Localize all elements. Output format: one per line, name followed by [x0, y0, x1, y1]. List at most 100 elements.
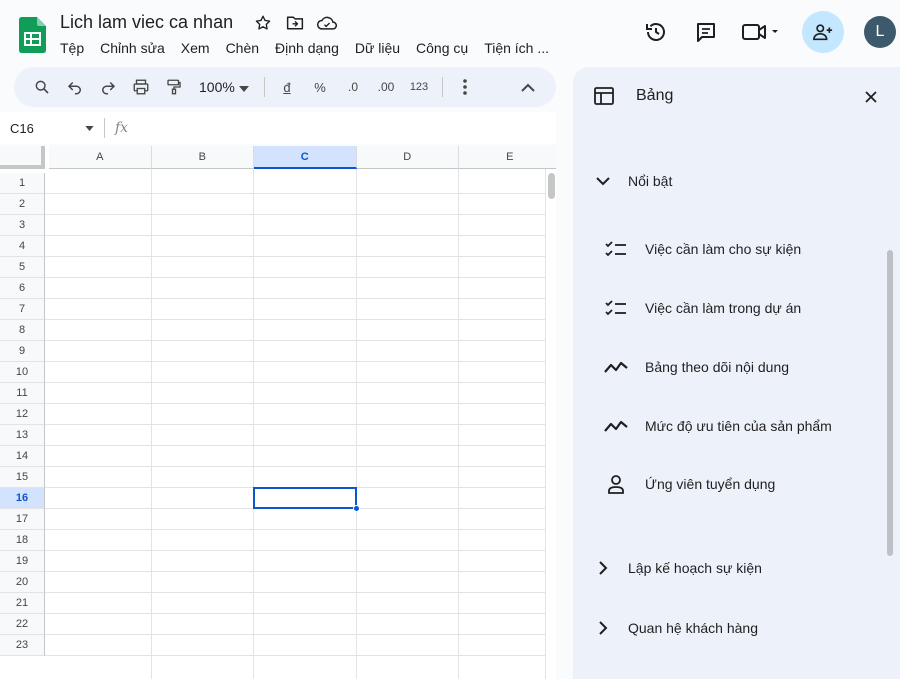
- row-header[interactable]: 21: [0, 593, 45, 614]
- spreadsheet-grid[interactable]: A B C D E 1 2 3 4 5 6 7 8 9 10 11 12 13 14 15 16 17 18 19 20 21 22…: [0, 146, 556, 679]
- trend-icon: [603, 357, 629, 377]
- column-header[interactable]: E: [459, 146, 556, 169]
- scrollbar-thumb[interactable]: [548, 173, 555, 199]
- zoom-value: 100%: [199, 79, 235, 95]
- row-header[interactable]: 9: [0, 341, 45, 362]
- row-gridline: [45, 529, 545, 530]
- checklist-icon: [603, 298, 629, 318]
- meet-button[interactable]: [736, 12, 786, 52]
- redo-icon[interactable]: [94, 73, 122, 101]
- increase-decimal-label: .00: [377, 80, 395, 94]
- panel-scrollbar[interactable]: [887, 250, 893, 556]
- table-icon: [593, 85, 615, 107]
- decrease-decimal-label: .0: [347, 80, 358, 94]
- panel-title: Bảng: [636, 87, 674, 104]
- menu-file[interactable]: Tệp: [60, 38, 92, 58]
- row-header[interactable]: 12: [0, 404, 45, 425]
- column-header[interactable]: B: [151, 146, 254, 169]
- column-header[interactable]: A: [49, 146, 152, 169]
- close-icon[interactable]: [857, 83, 885, 111]
- avatar[interactable]: L: [864, 16, 896, 48]
- row-header[interactable]: 8: [0, 320, 45, 341]
- name-box[interactable]: C16: [0, 112, 104, 144]
- row-header[interactable]: 16: [0, 488, 45, 509]
- row-header[interactable]: 7: [0, 299, 45, 320]
- row-gridline: [45, 634, 545, 635]
- row-header[interactable]: 15: [0, 467, 45, 488]
- row-header[interactable]: 13: [0, 425, 45, 446]
- currency-format-button[interactable]: đ: [273, 73, 301, 101]
- menu-view[interactable]: Xem: [181, 38, 218, 58]
- row-gridline: [45, 256, 545, 257]
- fill-handle[interactable]: [352, 505, 360, 512]
- row-header[interactable]: 1: [0, 173, 45, 194]
- star-icon[interactable]: [250, 12, 276, 34]
- menu-format[interactable]: Định dạng: [275, 38, 347, 58]
- share-button[interactable]: [802, 11, 844, 53]
- menu-insert[interactable]: Chèn: [226, 38, 267, 58]
- more-formats-button[interactable]: 123: [405, 73, 433, 101]
- template-item-recruiting[interactable]: Ứng viên tuyển dụng: [603, 474, 775, 494]
- template-item-project-todo[interactable]: Việc cần làm trong dự án: [603, 298, 801, 318]
- section-label: Lập kế hoạch sự kiện: [628, 560, 762, 576]
- paint-format-icon[interactable]: [160, 73, 188, 101]
- row-header[interactable]: 2: [0, 194, 45, 215]
- section-label: Quan hệ khách hàng: [628, 620, 758, 636]
- item-label: Việc cần làm cho sự kiện: [645, 241, 802, 257]
- search-icon[interactable]: [28, 73, 56, 101]
- menu-extensions[interactable]: Tiện ích ...: [484, 38, 557, 58]
- menu-tools[interactable]: Công cụ: [416, 38, 476, 58]
- row-gridline: [45, 424, 545, 425]
- menu-edit[interactable]: Chỉnh sửa: [100, 38, 173, 58]
- template-item-content-tracker[interactable]: Bảng theo dõi nội dung: [603, 357, 789, 377]
- row-header[interactable]: 5: [0, 257, 45, 278]
- formula-bar: C16 fx: [0, 112, 556, 144]
- template-item-product-priority[interactable]: Mức độ ưu tiên của sản phẩm: [603, 416, 832, 436]
- print-icon[interactable]: [127, 73, 155, 101]
- sheets-logo-icon[interactable]: [19, 17, 46, 53]
- selected-cell[interactable]: [253, 487, 357, 509]
- row-header[interactable]: 17: [0, 509, 45, 530]
- zoom-select[interactable]: 100%: [193, 73, 255, 101]
- row-gridline: [45, 571, 545, 572]
- row-gridline: [45, 613, 545, 614]
- fx-icon: fx: [115, 120, 129, 136]
- row-header[interactable]: 23: [0, 635, 45, 656]
- document-title[interactable]: Lich lam viec ca nhan: [60, 12, 233, 33]
- version-history-icon[interactable]: [636, 12, 676, 52]
- name-box-value: C16: [10, 120, 34, 136]
- menu-data[interactable]: Dữ liệu: [355, 38, 408, 58]
- column-header[interactable]: C: [254, 146, 357, 169]
- row-header[interactable]: 3: [0, 215, 45, 236]
- cloud-saved-icon[interactable]: [314, 12, 340, 34]
- row-header[interactable]: 20: [0, 572, 45, 593]
- row-gridline: [45, 214, 545, 215]
- grid-scrollbar[interactable]: [545, 169, 556, 679]
- row-gridline: [45, 550, 545, 551]
- comments-icon[interactable]: [686, 12, 726, 52]
- row-header[interactable]: 6: [0, 278, 45, 299]
- more-vert-icon[interactable]: [451, 73, 479, 101]
- row-header[interactable]: 10: [0, 362, 45, 383]
- percent-format-button[interactable]: %: [306, 73, 334, 101]
- row-header[interactable]: 14: [0, 446, 45, 467]
- toolbar-divider: [264, 77, 265, 97]
- percent-label: %: [314, 79, 326, 95]
- row-header[interactable]: 18: [0, 530, 45, 551]
- decrease-decimal-button[interactable]: .0: [339, 73, 367, 101]
- template-item-event-todo[interactable]: Việc cần làm cho sự kiện: [603, 239, 801, 259]
- row-header[interactable]: 22: [0, 614, 45, 635]
- row-header[interactable]: 11: [0, 383, 45, 404]
- collapse-menus-icon[interactable]: [514, 73, 542, 101]
- row-header[interactable]: 4: [0, 236, 45, 257]
- section-customer-relations[interactable]: Quan hệ khách hàng: [593, 618, 758, 638]
- increase-decimal-button[interactable]: .00: [372, 73, 400, 101]
- row-header[interactable]: 19: [0, 551, 45, 572]
- column-header[interactable]: D: [356, 146, 459, 169]
- select-all-corner[interactable]: [0, 146, 45, 169]
- move-folder-icon[interactable]: [282, 12, 308, 34]
- chevron-right-icon: [593, 558, 613, 578]
- section-event-planning[interactable]: Lập kế hoạch sự kiện: [593, 558, 762, 578]
- section-featured[interactable]: Nổi bật: [593, 171, 672, 191]
- undo-icon[interactable]: [61, 73, 89, 101]
